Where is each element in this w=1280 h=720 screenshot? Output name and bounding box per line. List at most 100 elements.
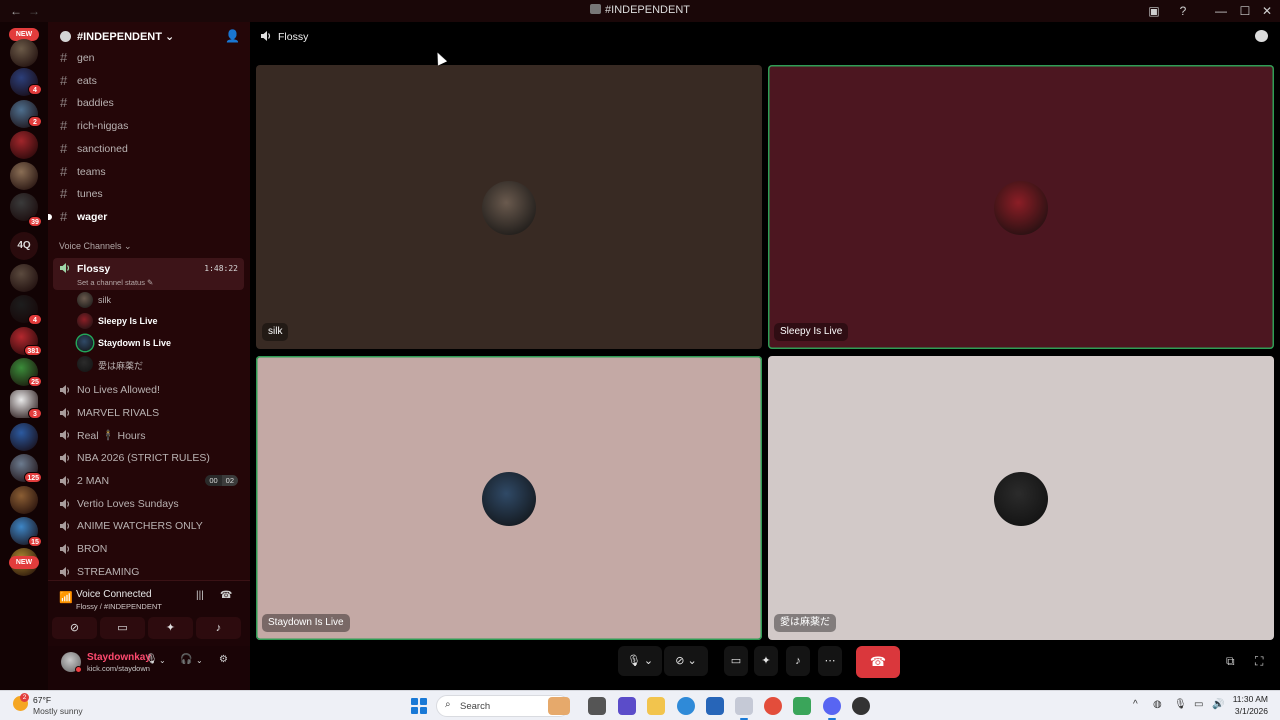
voice-member[interactable]: silk xyxy=(77,290,244,310)
video-tile[interactable]: Staydown Is Live xyxy=(256,356,762,640)
start-button[interactable] xyxy=(411,698,427,714)
server-header[interactable]: #INDEPENDENT ⌄ 👤 xyxy=(48,28,250,48)
clock-time[interactable]: 11:30 AM xyxy=(1222,694,1268,704)
search-icon: ⌕ xyxy=(445,699,451,710)
video-tile[interactable]: 愛は麻薬だ xyxy=(768,356,1274,640)
voice-member[interactable]: Sleepy Is Live xyxy=(77,311,244,331)
fullscreen-icon[interactable]: ⛶ xyxy=(1255,654,1263,669)
text-channel-baddies[interactable]: # baddies xyxy=(58,93,244,113)
voice-channel[interactable]: NBA 2026 (STRICT RULES) xyxy=(53,448,244,468)
headphones-icon[interactable]: 🎧 xyxy=(180,654,192,665)
weather-condition[interactable]: Mostly sunny xyxy=(33,706,83,716)
voice-member[interactable]: Staydown Is Live xyxy=(77,333,244,353)
close-button[interactable]: ✕ xyxy=(1259,3,1275,19)
phone-hangup-icon[interactable]: ☎ xyxy=(856,646,900,678)
chrome-icon[interactable] xyxy=(764,697,782,715)
channel-label: eats xyxy=(77,74,97,87)
disconnect-icon[interactable]: ☎ xyxy=(220,590,232,601)
screen-share-button[interactable]: ▭ xyxy=(724,646,748,676)
app-icon[interactable] xyxy=(793,697,811,715)
voice-connected-channel[interactable]: Flossy / #INDEPENDENT xyxy=(76,602,162,611)
server-icon[interactable] xyxy=(10,162,38,190)
signal-icon[interactable]: 📶 xyxy=(59,591,73,604)
text-channel-eats[interactable]: # eats xyxy=(58,71,244,91)
soundboard-icon[interactable]: ♪ xyxy=(196,617,241,639)
search-highlight-icon[interactable] xyxy=(548,697,570,715)
discord-icon[interactable] xyxy=(823,697,841,720)
activities-button[interactable]: ✦ xyxy=(754,646,778,676)
edge-icon[interactable] xyxy=(677,697,695,715)
voice-channel[interactable]: 2 MAN 00 02 xyxy=(53,471,244,491)
hash-icon: # xyxy=(60,118,68,134)
store-icon[interactable] xyxy=(706,697,724,715)
speaker-icon xyxy=(261,31,271,41)
chevron-down-icon[interactable]: ⌄ xyxy=(159,656,166,665)
voice-channel[interactable]: Vertio Loves Sundays xyxy=(53,494,244,514)
text-channel-rich-niggas[interactable]: # rich-niggas xyxy=(58,116,244,136)
app-icon[interactable] xyxy=(618,697,636,715)
microphone-button[interactable]: 🎙 ⌄ xyxy=(618,646,662,676)
temperature[interactable]: 67°F xyxy=(33,695,51,705)
voice-channel[interactable]: STREAMING xyxy=(53,562,244,582)
server-icon[interactable] xyxy=(10,423,38,451)
new-badge[interactable]: NEW xyxy=(9,556,39,569)
hash-icon: # xyxy=(60,186,68,202)
text-channel-sanctioned[interactable]: # sanctioned xyxy=(58,139,244,159)
minimize-button[interactable]: — xyxy=(1213,3,1229,19)
avatar xyxy=(77,292,93,308)
camera-off-button[interactable]: ⊘ ⌄ xyxy=(664,646,708,676)
server-icon[interactable] xyxy=(10,264,38,292)
microphone-icon[interactable]: 🎙 xyxy=(1174,699,1187,710)
voice-channel[interactable]: No Lives Allowed! xyxy=(53,380,244,400)
voice-channel[interactable]: ANIME WATCHERS ONLY xyxy=(53,516,244,536)
chevron-down-icon[interactable]: ⌄ xyxy=(196,656,203,665)
add-user-icon[interactable]: 👤 xyxy=(225,29,240,43)
server-icon-text[interactable]: 4Q xyxy=(10,232,38,260)
text-channel-tunes[interactable]: # tunes xyxy=(58,184,244,204)
chevron-up-icon[interactable]: ^ xyxy=(1133,699,1138,710)
app-icon[interactable] xyxy=(735,697,753,720)
popout-icon[interactable]: ⧉ xyxy=(1226,654,1235,669)
security-icon[interactable]: ◍ xyxy=(1153,699,1162,710)
task-view-icon[interactable] xyxy=(588,697,606,715)
voice-channel[interactable]: BRON xyxy=(53,539,244,559)
inbox-icon[interactable]: ▣ xyxy=(1146,3,1162,19)
text-channel-teams[interactable]: # teams xyxy=(58,162,244,182)
voice-category[interactable]: Voice Channels ⌄ xyxy=(59,241,132,252)
participant-name: Staydown Is Live xyxy=(262,614,350,632)
maximize-button[interactable]: ☐ xyxy=(1237,3,1253,19)
chat-icon[interactable] xyxy=(1255,30,1268,42)
username[interactable]: Staydownkay xyxy=(87,652,151,663)
voice-channel-label: Vertio Loves Sundays xyxy=(77,497,179,510)
app-icon[interactable] xyxy=(852,697,870,715)
server-icon[interactable] xyxy=(10,131,38,159)
voice-channel[interactable]: MARVEL RIVALS xyxy=(53,403,244,423)
server-icon[interactable] xyxy=(10,486,38,514)
video-tile[interactable]: Sleepy Is Live xyxy=(768,65,1274,349)
voice-channel-flossy[interactable]: Flossy 1:48:22 Set a channel status ✎ xyxy=(53,258,244,290)
noise-suppression-icon[interactable]: ||| xyxy=(196,590,204,601)
server-icon[interactable] xyxy=(10,39,38,67)
hash-icon: # xyxy=(60,72,68,88)
clock-date[interactable]: 3/1/2026 xyxy=(1222,706,1268,716)
chevron-down-icon: ⌄ xyxy=(165,31,175,43)
camera-off-icon[interactable]: ⊘ xyxy=(52,617,97,639)
soundboard-button[interactable]: ♪ xyxy=(786,646,810,676)
text-channel-gen[interactable]: # gen xyxy=(58,48,244,68)
text-channel-wager[interactable]: # wager xyxy=(48,207,244,227)
screen-share-icon[interactable]: ▭ xyxy=(100,617,145,639)
file-explorer-icon[interactable] xyxy=(647,697,665,715)
voice-connected-label[interactable]: Voice Connected xyxy=(76,589,152,600)
voice-member[interactable]: 愛は麻薬だ xyxy=(77,354,244,374)
activities-icon[interactable]: ✦ xyxy=(148,617,193,639)
more-options-icon[interactable]: ⋯ xyxy=(818,646,842,676)
help-icon[interactable]: ? xyxy=(1175,3,1191,19)
channel-name: Flossy xyxy=(278,31,309,43)
call-view: Flossy silk Sleepy Is Live Staydown Is Liv… xyxy=(250,22,1280,690)
microphone-icon[interactable]: 🎙 xyxy=(145,654,158,665)
voice-channel[interactable]: Real 🕴 Hours xyxy=(53,425,244,445)
video-tile[interactable]: silk xyxy=(256,65,762,349)
gear-icon[interactable]: ⚙ xyxy=(219,654,228,665)
network-icon[interactable]: ▭ xyxy=(1194,699,1203,710)
channel-status-hint[interactable]: Set a channel status ✎ xyxy=(77,278,153,287)
